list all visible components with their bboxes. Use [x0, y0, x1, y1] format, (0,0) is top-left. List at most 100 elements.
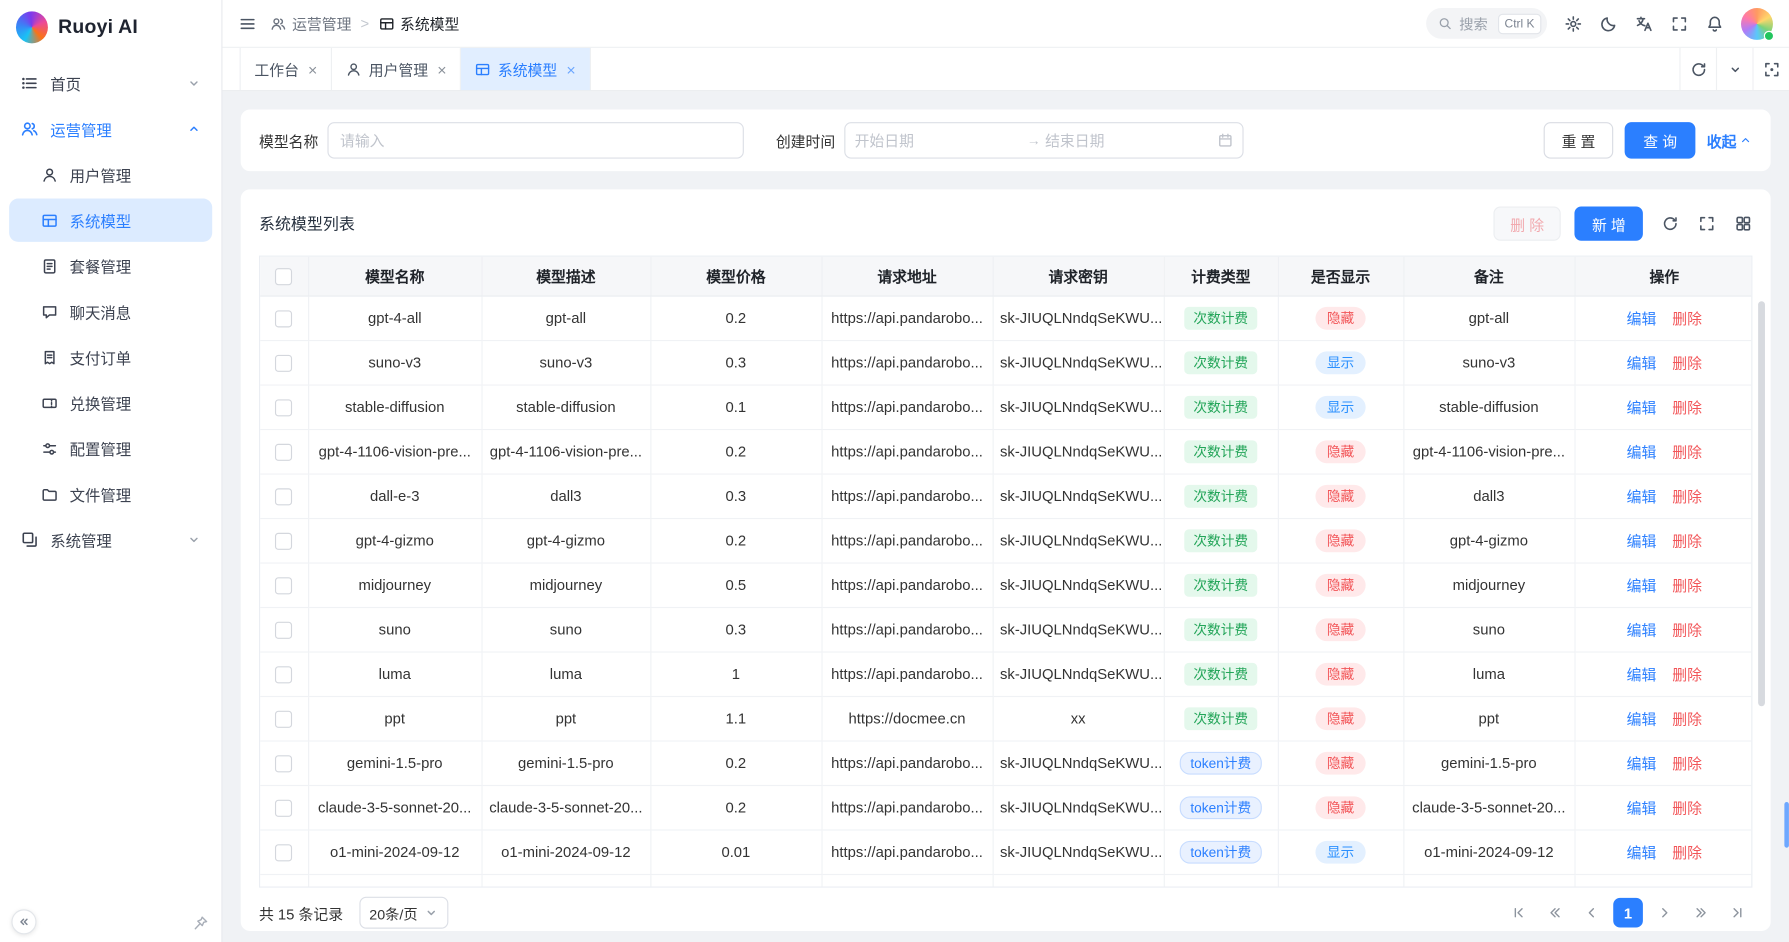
edit-link[interactable]: 编辑 — [1627, 622, 1657, 639]
notifications-icon[interactable] — [1706, 14, 1724, 32]
edit-link[interactable]: 编辑 — [1627, 355, 1657, 372]
breadcrumb-label: 系统模型 — [400, 13, 459, 35]
page-number[interactable]: 1 — [1613, 898, 1643, 928]
edit-link[interactable]: 编辑 — [1627, 844, 1657, 861]
delete-link[interactable]: 删除 — [1672, 800, 1702, 817]
edit-link[interactable]: 编辑 — [1627, 444, 1657, 461]
table-scrollbar[interactable] — [1758, 301, 1765, 706]
first-page-button[interactable] — [1504, 898, 1534, 928]
last-page-button[interactable] — [1723, 898, 1753, 928]
prev-jump-button[interactable] — [1540, 898, 1570, 928]
collapse-filter-link[interactable]: 收起 — [1707, 129, 1753, 151]
edit-link[interactable]: 编辑 — [1627, 533, 1657, 550]
add-button[interactable]: 新 增 — [1575, 207, 1643, 241]
sidebar-item-config[interactable]: 配置管理 — [9, 427, 212, 470]
sidebar-item-operations[interactable]: 运营管理 — [9, 107, 212, 150]
delete-link[interactable]: 删除 — [1672, 310, 1702, 327]
billing-type-badge: 次数计费 — [1184, 395, 1257, 418]
edit-link[interactable]: 编辑 — [1627, 666, 1657, 683]
settings-icon[interactable] — [1564, 14, 1582, 32]
tab-system-models[interactable]: 系统模型 × — [461, 48, 590, 90]
date-range-picker[interactable]: → — [844, 122, 1243, 159]
close-icon[interactable]: × — [566, 61, 575, 77]
end-date-input[interactable] — [1045, 132, 1213, 149]
row-checkbox[interactable] — [275, 310, 292, 327]
sidebar-collapse-button[interactable] — [11, 909, 36, 934]
breadcrumb-item-operations[interactable]: 运营管理 — [270, 13, 351, 35]
breadcrumb-item-system-models[interactable]: 系统模型 — [378, 13, 459, 35]
close-icon[interactable]: × — [308, 61, 317, 77]
page-size-select[interactable]: 20条/页 — [359, 897, 448, 929]
column-settings-icon[interactable] — [1734, 214, 1752, 232]
maximize-icon[interactable] — [1752, 48, 1789, 90]
row-checkbox[interactable] — [275, 844, 292, 861]
delete-link[interactable]: 删除 — [1672, 488, 1702, 505]
edit-link[interactable]: 编辑 — [1627, 399, 1657, 416]
expand-icon[interactable] — [1698, 214, 1716, 232]
prev-page-button[interactable] — [1577, 898, 1607, 928]
delete-link[interactable]: 删除 — [1672, 622, 1702, 639]
dark-mode-icon[interactable] — [1600, 14, 1618, 32]
delete-link[interactable]: 删除 — [1672, 577, 1702, 594]
select-all-checkbox[interactable] — [275, 268, 292, 285]
row-checkbox[interactable] — [275, 399, 292, 416]
edit-link[interactable]: 编辑 — [1627, 711, 1657, 728]
edit-link[interactable]: 编辑 — [1627, 310, 1657, 327]
delete-link[interactable]: 删除 — [1672, 844, 1702, 861]
page-scrollbar-thumb[interactable] — [1784, 802, 1789, 848]
row-checkbox[interactable] — [275, 577, 292, 594]
pin-icon[interactable] — [193, 913, 209, 931]
refresh-icon[interactable] — [1661, 214, 1679, 232]
avatar[interactable] — [1741, 7, 1773, 39]
row-checkbox[interactable] — [275, 710, 292, 727]
delete-link[interactable]: 删除 — [1672, 533, 1702, 550]
sidebar-item-receipt[interactable]: 支付订单 — [9, 335, 212, 378]
language-icon[interactable] — [1635, 14, 1653, 32]
sidebar-item-doc[interactable]: 套餐管理 — [9, 244, 212, 287]
tab-user-management[interactable]: 用户管理 × — [332, 48, 461, 90]
row-checkbox[interactable] — [275, 621, 292, 638]
reset-button[interactable]: 重 置 — [1543, 122, 1613, 159]
edit-link[interactable]: 编辑 — [1627, 755, 1657, 772]
row-checkbox[interactable] — [275, 488, 292, 505]
edit-link[interactable]: 编辑 — [1627, 577, 1657, 594]
sidebar-item-exchange[interactable]: 兑换管理 — [9, 381, 212, 424]
brand[interactable]: Ruoyi AI — [0, 0, 221, 55]
close-icon[interactable]: × — [437, 61, 446, 77]
edit-link[interactable]: 编辑 — [1627, 488, 1657, 505]
sidebar-item-home[interactable]: 首页 — [9, 62, 212, 105]
edit-link[interactable]: 编辑 — [1627, 800, 1657, 817]
sidebar-item-table[interactable]: 系统模型 — [9, 199, 212, 242]
cell-model-price: 0.3 — [650, 473, 821, 517]
delete-link[interactable]: 删除 — [1672, 666, 1702, 683]
row-checkbox[interactable] — [275, 354, 292, 371]
delete-link[interactable]: 删除 — [1672, 444, 1702, 461]
row-checkbox[interactable] — [275, 799, 292, 816]
row-checkbox[interactable] — [275, 532, 292, 549]
delete-link[interactable]: 删除 — [1672, 399, 1702, 416]
delete-button[interactable]: 删 除 — [1493, 207, 1561, 241]
cell-request-url: https://docmee.cn — [821, 696, 992, 740]
search-input[interactable]: 搜索 Ctrl K — [1426, 8, 1547, 39]
menu-toggle-icon[interactable] — [238, 14, 256, 32]
row-checkbox[interactable] — [275, 443, 292, 460]
sidebar-item-chat[interactable]: 聊天消息 — [9, 290, 212, 333]
query-button[interactable]: 查 询 — [1625, 122, 1695, 159]
cell-request-url: https://api.pandarobo... — [821, 562, 992, 606]
sidebar-item-user[interactable]: 用户管理 — [9, 153, 212, 196]
model-name-input[interactable] — [327, 122, 743, 159]
delete-link[interactable]: 删除 — [1672, 355, 1702, 372]
start-date-input[interactable] — [855, 132, 1023, 149]
sidebar-item-folder[interactable]: 文件管理 — [9, 472, 212, 515]
sidebar-item-system[interactable]: 系统管理 — [9, 518, 212, 561]
next-jump-button[interactable] — [1686, 898, 1716, 928]
fullscreen-icon[interactable] — [1670, 14, 1688, 32]
delete-link[interactable]: 删除 — [1672, 711, 1702, 728]
delete-link[interactable]: 删除 — [1672, 755, 1702, 772]
chevron-down-icon[interactable] — [1716, 48, 1753, 90]
next-page-button[interactable] — [1650, 898, 1680, 928]
refresh-icon[interactable] — [1679, 48, 1716, 90]
row-checkbox[interactable] — [275, 666, 292, 683]
row-checkbox[interactable] — [275, 755, 292, 772]
tab-workbench[interactable]: 工作台 × — [240, 48, 333, 90]
